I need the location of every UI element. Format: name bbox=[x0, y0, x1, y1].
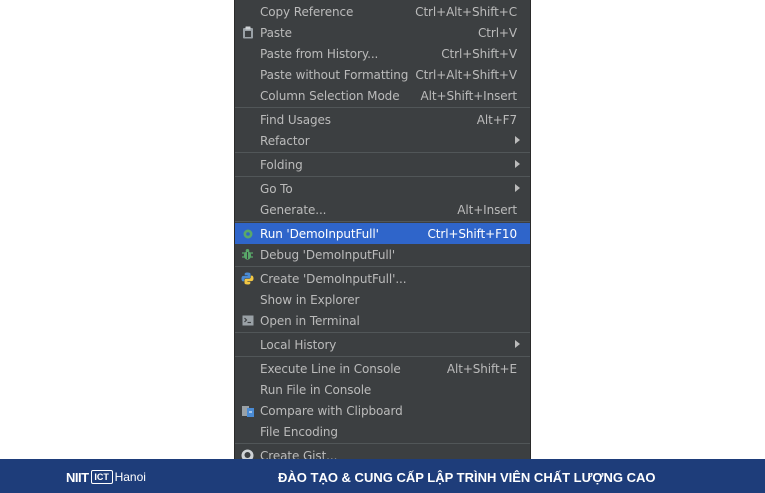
menu-item-label: Create 'DemoInputFull'... bbox=[260, 271, 407, 286]
menu-item-file-encoding[interactable]: File Encoding bbox=[235, 421, 530, 442]
menu-item-compare-with-clipboard[interactable]: Compare with Clipboard bbox=[235, 400, 530, 421]
menu-item-find-usages[interactable]: Find Usages Alt+F7 bbox=[235, 109, 530, 130]
menu-item-shortcut: Alt+Insert bbox=[457, 202, 517, 217]
menu-item-label: Debug 'DemoInputFull' bbox=[260, 247, 396, 262]
menu-item-shortcut: Ctrl+Shift+F10 bbox=[427, 226, 517, 241]
menu-item-label: Copy Reference bbox=[260, 4, 354, 19]
footer-banner: NIIT ICT Hanoi ĐÀO TẠO & CUNG CẤP LẬP TR… bbox=[0, 459, 765, 493]
menu-item-copy-reference[interactable]: Copy Reference Ctrl+Alt+Shift+C bbox=[235, 1, 530, 22]
debug-bug-icon bbox=[240, 247, 255, 262]
menu-item-execute-line-in-console[interactable]: Execute Line in Console Alt+Shift+E bbox=[235, 358, 530, 379]
menu-item-shortcut: Alt+Shift+E bbox=[446, 361, 517, 376]
clipboard-icon bbox=[240, 25, 255, 40]
menu-item-label: Run 'DemoInputFull' bbox=[260, 226, 379, 241]
menu-item-paste[interactable]: Paste Ctrl+V bbox=[235, 22, 530, 43]
menu-item-label: Folding bbox=[260, 157, 303, 172]
logo-niit-text: NIIT bbox=[66, 469, 89, 485]
menu-item-column-selection-mode[interactable]: Column Selection Mode Alt+Shift+Insert bbox=[235, 85, 530, 106]
menu-separator bbox=[235, 443, 530, 444]
menu-item-shortcut: Alt+Shift+Insert bbox=[420, 88, 518, 103]
menu-item-label: Go To bbox=[260, 181, 293, 196]
menu-item-label: Open in Terminal bbox=[260, 313, 360, 328]
menu-separator bbox=[235, 266, 530, 267]
menu-separator bbox=[235, 176, 530, 177]
menu-item-open-in-terminal[interactable]: Open in Terminal bbox=[235, 310, 530, 331]
menu-item-paste-from-history[interactable]: Paste from History... Ctrl+Shift+V bbox=[235, 43, 530, 64]
compare-icon bbox=[240, 403, 255, 418]
menu-item-shortcut: Alt+F7 bbox=[476, 112, 517, 127]
menu-item-generate[interactable]: Generate... Alt+Insert bbox=[235, 199, 530, 220]
menu-item-run[interactable]: Run 'DemoInputFull' Ctrl+Shift+F10 bbox=[235, 223, 530, 244]
menu-item-label: Paste without Formatting bbox=[260, 67, 409, 82]
menu-item-label: Refactor bbox=[260, 133, 310, 148]
menu-item-refactor[interactable]: Refactor bbox=[235, 130, 530, 151]
submenu-arrow-icon bbox=[515, 184, 520, 192]
menu-item-label: Compare with Clipboard bbox=[260, 403, 403, 418]
logo-city-text: Hanoi bbox=[114, 470, 146, 484]
menu-separator bbox=[235, 107, 530, 108]
menu-item-shortcut: Ctrl+Alt+Shift+V bbox=[415, 67, 517, 82]
run-icon bbox=[240, 226, 255, 241]
submenu-arrow-icon bbox=[515, 340, 520, 348]
menu-item-shortcut: Ctrl+Alt+Shift+C bbox=[415, 4, 517, 19]
banner-tagline: ĐÀO TẠO & CUNG CẤP LẬP TRÌNH VIÊN CHẤT L… bbox=[278, 470, 656, 485]
menu-item-label: Run File in Console bbox=[260, 382, 372, 397]
menu-separator bbox=[235, 221, 530, 222]
menu-item-label: Paste bbox=[260, 25, 292, 40]
menu-item-label: Generate... bbox=[260, 202, 327, 217]
menu-item-label: Show in Explorer bbox=[260, 292, 360, 307]
menu-item-debug[interactable]: Debug 'DemoInputFull' bbox=[235, 244, 530, 265]
menu-item-run-file-in-console[interactable]: Run File in Console bbox=[235, 379, 530, 400]
menu-item-shortcut: Ctrl+Shift+V bbox=[441, 46, 517, 61]
terminal-icon bbox=[240, 313, 255, 328]
logo-it-badge: ICT bbox=[90, 470, 113, 484]
menu-item-show-in-explorer[interactable]: Show in Explorer bbox=[235, 289, 530, 310]
menu-separator bbox=[235, 332, 530, 333]
menu-item-label: Column Selection Mode bbox=[260, 88, 400, 103]
menu-item-local-history[interactable]: Local History bbox=[235, 334, 530, 355]
menu-item-paste-without-formatting[interactable]: Paste without Formatting Ctrl+Alt+Shift+… bbox=[235, 64, 530, 85]
menu-item-label: Local History bbox=[260, 337, 337, 352]
menu-separator bbox=[235, 152, 530, 153]
menu-item-create-configuration[interactable]: Create 'DemoInputFull'... bbox=[235, 268, 530, 289]
menu-separator bbox=[235, 356, 530, 357]
menu-item-go-to[interactable]: Go To bbox=[235, 178, 530, 199]
menu-item-label: Find Usages bbox=[260, 112, 331, 127]
menu-item-shortcut: Ctrl+V bbox=[477, 25, 517, 40]
menu-item-label: File Encoding bbox=[260, 424, 338, 439]
submenu-arrow-icon bbox=[515, 136, 520, 144]
brand-logo: NIIT ICT Hanoi bbox=[66, 469, 146, 485]
python-icon bbox=[240, 271, 255, 286]
context-menu: Copy Reference Ctrl+Alt+Shift+C Paste Ct… bbox=[235, 0, 530, 460]
menu-item-create-gist[interactable]: Create Gist... bbox=[235, 445, 530, 460]
menu-item-folding[interactable]: Folding bbox=[235, 154, 530, 175]
menu-item-label: Paste from History... bbox=[260, 46, 379, 61]
menu-item-label: Execute Line in Console bbox=[260, 361, 401, 376]
submenu-arrow-icon bbox=[515, 160, 520, 168]
